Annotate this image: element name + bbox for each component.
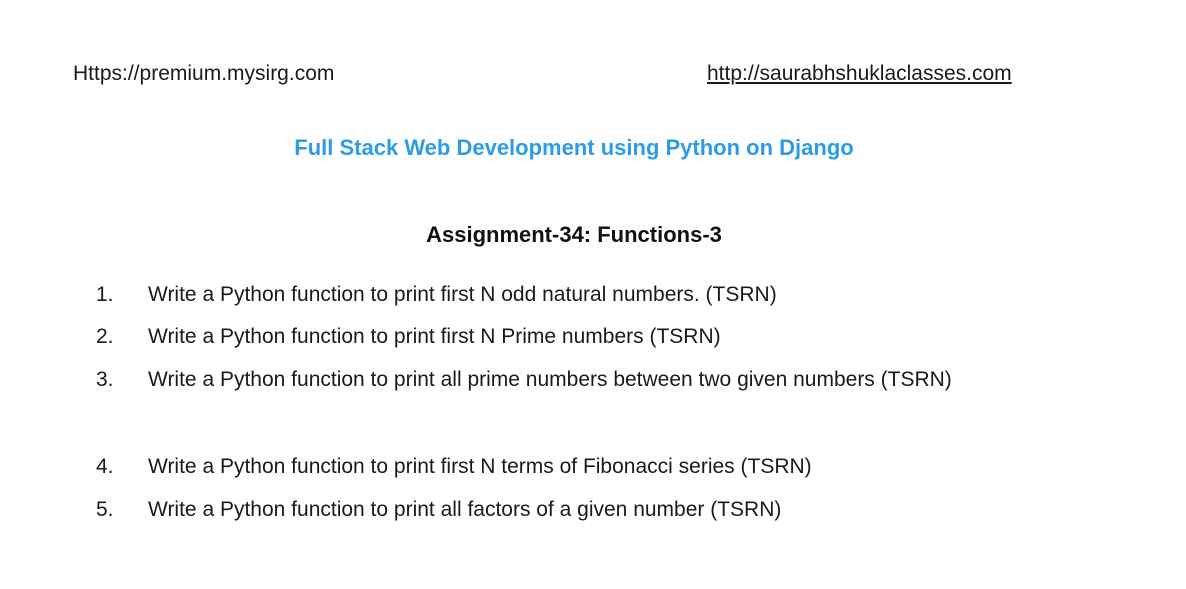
task-number: 5. (96, 498, 114, 521)
task-text: Write a Python function to print first N… (148, 283, 777, 306)
course-title: Full Stack Web Development using Python … (294, 135, 854, 160)
task-number: 3. (96, 368, 114, 391)
task-text: Write a Python function to print all pri… (148, 368, 952, 391)
header-url-right[interactable]: http://saurabhshuklaclasses.com (707, 61, 1012, 87)
task-number: 1. (96, 283, 114, 306)
assignment-title: Assignment-34: Functions-3 (426, 222, 722, 247)
task-text: Write a Python function to print first N… (148, 455, 812, 478)
header-url-left: Https://premium.mysirg.com (73, 62, 335, 85)
task-text: Write a Python function to print all fac… (148, 498, 782, 521)
task-number: 4. (96, 455, 114, 478)
task-number: 2. (96, 325, 114, 348)
task-text: Write a Python function to print first N… (148, 325, 721, 348)
